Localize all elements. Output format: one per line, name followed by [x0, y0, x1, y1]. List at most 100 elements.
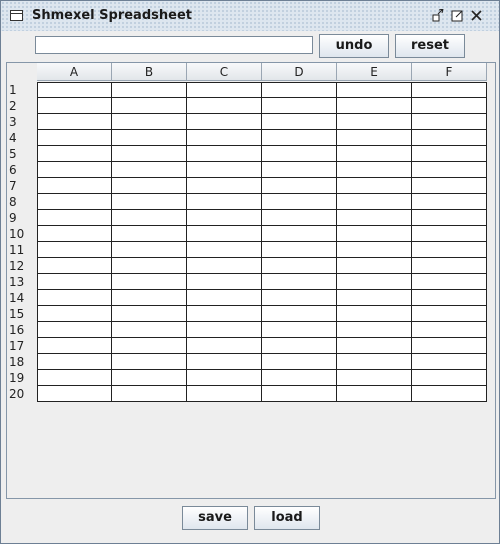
cell-c5[interactable] [187, 146, 262, 162]
cell-f11[interactable] [412, 242, 487, 258]
cell-d7[interactable] [262, 178, 337, 194]
row-header-1[interactable]: 1 [7, 82, 37, 98]
cell-b7[interactable] [112, 178, 187, 194]
cell-c18[interactable] [187, 354, 262, 370]
cell-b5[interactable] [112, 146, 187, 162]
row-header-6[interactable]: 6 [7, 162, 37, 178]
cell-f4[interactable] [412, 130, 487, 146]
cell-c13[interactable] [187, 274, 262, 290]
row-header-10[interactable]: 10 [7, 226, 37, 242]
cell-e14[interactable] [337, 290, 412, 306]
cell-b6[interactable] [112, 162, 187, 178]
cell-c6[interactable] [187, 162, 262, 178]
title-bar[interactable]: Shmexel Spreadsheet [1, 1, 499, 31]
cell-d11[interactable] [262, 242, 337, 258]
cell-f5[interactable] [412, 146, 487, 162]
cell-e5[interactable] [337, 146, 412, 162]
row-header-14[interactable]: 14 [7, 290, 37, 306]
cell-a6[interactable] [37, 162, 112, 178]
cell-a12[interactable] [37, 258, 112, 274]
cell-e18[interactable] [337, 354, 412, 370]
cell-a1[interactable] [37, 82, 112, 98]
cell-a18[interactable] [37, 354, 112, 370]
row-header-15[interactable]: 15 [7, 306, 37, 322]
cell-c2[interactable] [187, 98, 262, 114]
row-header-19[interactable]: 19 [7, 370, 37, 386]
cell-c15[interactable] [187, 306, 262, 322]
cell-d2[interactable] [262, 98, 337, 114]
cell-e4[interactable] [337, 130, 412, 146]
column-header-f[interactable]: F [412, 63, 487, 81]
cell-e17[interactable] [337, 338, 412, 354]
row-header-9[interactable]: 9 [7, 210, 37, 226]
cell-f18[interactable] [412, 354, 487, 370]
cell-c8[interactable] [187, 194, 262, 210]
column-header-b[interactable]: B [112, 63, 187, 81]
cell-b19[interactable] [112, 370, 187, 386]
row-header-2[interactable]: 2 [7, 98, 37, 114]
cell-f10[interactable] [412, 226, 487, 242]
cell-d18[interactable] [262, 354, 337, 370]
cell-e13[interactable] [337, 274, 412, 290]
cell-c17[interactable] [187, 338, 262, 354]
cell-c14[interactable] [187, 290, 262, 306]
cell-c20[interactable] [187, 386, 262, 402]
cell-e8[interactable] [337, 194, 412, 210]
cell-b13[interactable] [112, 274, 187, 290]
cell-e10[interactable] [337, 226, 412, 242]
cell-c9[interactable] [187, 210, 262, 226]
cell-b4[interactable] [112, 130, 187, 146]
load-button[interactable]: load [254, 506, 320, 530]
cell-c10[interactable] [187, 226, 262, 242]
cell-d13[interactable] [262, 274, 337, 290]
spreadsheet-scrollpane[interactable]: ABCDEF 1234567891011121314151617181920 ◀… [6, 62, 496, 499]
cell-f14[interactable] [412, 290, 487, 306]
cell-c19[interactable] [187, 370, 262, 386]
cell-f2[interactable] [412, 98, 487, 114]
row-header-7[interactable]: 7 [7, 178, 37, 194]
cell-d16[interactable] [262, 322, 337, 338]
cell-c12[interactable] [187, 258, 262, 274]
row-header-13[interactable]: 13 [7, 274, 37, 290]
cell-c11[interactable] [187, 242, 262, 258]
cell-d1[interactable] [262, 82, 337, 98]
cell-d17[interactable] [262, 338, 337, 354]
cell-a13[interactable] [37, 274, 112, 290]
cell-b12[interactable] [112, 258, 187, 274]
cell-a17[interactable] [37, 338, 112, 354]
column-header-e[interactable]: E [337, 63, 412, 81]
cell-d10[interactable] [262, 226, 337, 242]
cell-e20[interactable] [337, 386, 412, 402]
cell-a14[interactable] [37, 290, 112, 306]
cell-f6[interactable] [412, 162, 487, 178]
cell-e3[interactable] [337, 114, 412, 130]
cell-c16[interactable] [187, 322, 262, 338]
reset-button[interactable]: reset [395, 34, 465, 58]
cell-d5[interactable] [262, 146, 337, 162]
cell-b15[interactable] [112, 306, 187, 322]
cell-c3[interactable] [187, 114, 262, 130]
cell-a15[interactable] [37, 306, 112, 322]
cell-d20[interactable] [262, 386, 337, 402]
cell-a10[interactable] [37, 226, 112, 242]
cell-f8[interactable] [412, 194, 487, 210]
close-icon[interactable] [470, 9, 483, 22]
cell-c4[interactable] [187, 130, 262, 146]
cell-e12[interactable] [337, 258, 412, 274]
row-header-18[interactable]: 18 [7, 354, 37, 370]
cell-f17[interactable] [412, 338, 487, 354]
cell-b16[interactable] [112, 322, 187, 338]
row-header-16[interactable]: 16 [7, 322, 37, 338]
cell-e7[interactable] [337, 178, 412, 194]
cell-a16[interactable] [37, 322, 112, 338]
cell-d14[interactable] [262, 290, 337, 306]
cell-a20[interactable] [37, 386, 112, 402]
cell-f12[interactable] [412, 258, 487, 274]
cell-b1[interactable] [112, 82, 187, 98]
cell-d4[interactable] [262, 130, 337, 146]
cell-f1[interactable] [412, 82, 487, 98]
column-header-a[interactable]: A [37, 63, 112, 81]
cell-d19[interactable] [262, 370, 337, 386]
cell-b11[interactable] [112, 242, 187, 258]
column-header-c[interactable]: C [187, 63, 262, 81]
